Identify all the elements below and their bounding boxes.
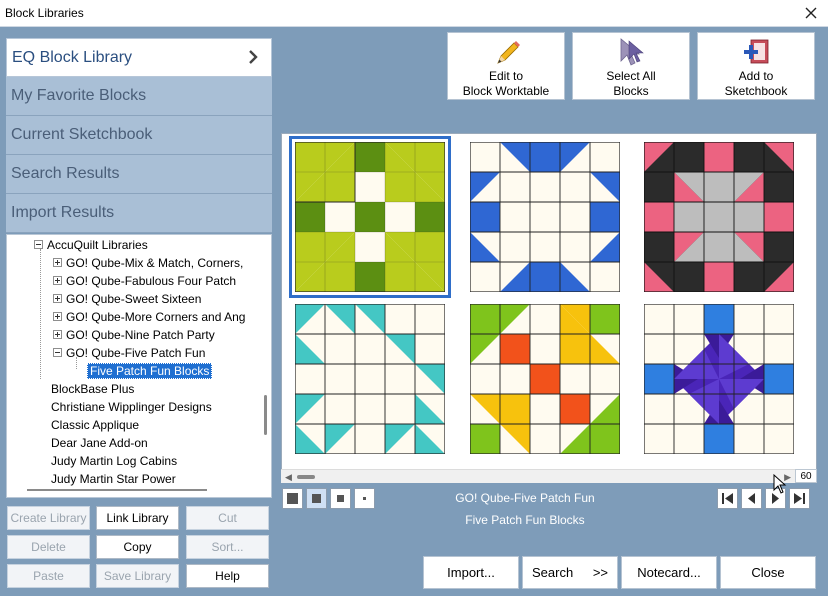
view-size-medium-button[interactable] [306, 488, 327, 509]
block-thumbnail[interactable] [644, 304, 794, 454]
notecard-button[interactable]: Notecard... [621, 556, 717, 589]
paste-button[interactable]: Paste [7, 564, 90, 588]
tree-node[interactable]: GO! Qube-Sweet Sixteen [53, 290, 201, 308]
save-library-button[interactable]: Save Library [96, 564, 179, 588]
tree-node[interactable]: BlockBase Plus [51, 380, 134, 398]
nav-item-label: Current Sketchbook [11, 126, 153, 143]
search-button[interactable]: Search >> [522, 556, 618, 589]
tree-node[interactable]: Classic Applique [51, 416, 139, 434]
tree-node[interactable]: Judy Martin Star Power [51, 470, 176, 488]
scrollbar-thumb[interactable] [297, 475, 315, 479]
library-caption: GO! Qube-Five Patch Fun [455, 491, 595, 505]
help-button[interactable]: Help [186, 564, 269, 588]
tree-vertical-scrollbar[interactable] [264, 395, 267, 435]
import-button[interactable]: Import... [423, 556, 519, 589]
tool-label: Sketchbook [724, 84, 788, 98]
nav-item-label: Search Results [11, 165, 120, 182]
tree-node[interactable]: GO! Qube-Nine Patch Party [53, 326, 215, 344]
expand-icon[interactable] [53, 312, 62, 321]
nav-item-label: Import Results [11, 204, 115, 221]
nav-my-favorite-blocks[interactable]: My Favorite Blocks [6, 77, 272, 116]
delete-button[interactable]: Delete [7, 535, 90, 559]
expand-icon[interactable] [53, 276, 62, 285]
tool-label: Select All [606, 69, 656, 83]
category-caption: Five Patch Fun Blocks [465, 513, 585, 527]
edit-to-block-worktable-button[interactable]: Edit to Block Worktable [447, 32, 565, 100]
sort-button[interactable]: Sort... [186, 535, 269, 559]
cursor-icon [620, 38, 644, 66]
block-grid[interactable] [281, 133, 817, 483]
close-button[interactable]: Close [720, 556, 816, 589]
nav-eq-block-library[interactable]: EQ Block Library [6, 38, 272, 77]
close-icon[interactable] [800, 2, 822, 24]
pencil-icon [497, 41, 520, 64]
tree-node[interactable]: Judy Martin Log Cabins [51, 452, 177, 470]
window-title: Block Libraries [5, 6, 84, 20]
first-page-button[interactable] [717, 488, 738, 509]
nav-item-label: EQ Block Library [12, 49, 133, 66]
view-size-large-button[interactable] [282, 488, 303, 509]
library-nav: EQ Block Library My Favorite Blocks Curr… [6, 38, 272, 233]
tree-guide [40, 249, 41, 379]
block-thumbnail[interactable] [470, 142, 620, 292]
last-page-icon [794, 493, 805, 504]
collapse-icon[interactable] [34, 240, 43, 249]
block-libraries-window: Block Libraries EQ Block Library My Favo… [0, 0, 828, 596]
expand-icon[interactable] [53, 258, 62, 267]
tree-guide [76, 357, 77, 369]
cut-button[interactable]: Cut [186, 506, 269, 530]
previous-page-icon [748, 493, 755, 504]
copy-button[interactable]: Copy [96, 535, 179, 559]
sketchbook-add-icon [744, 39, 769, 64]
nav-import-results[interactable]: Import Results [6, 194, 272, 233]
block-thumbnail[interactable] [644, 142, 794, 292]
block-thumbnail[interactable] [470, 304, 620, 454]
tree-node[interactable]: GO! Qube-More Corners and Ang [53, 308, 245, 326]
tool-label: Block Worktable [462, 84, 550, 98]
search-button-label: Search [531, 565, 574, 580]
tree-node[interactable]: Dear Jane Add-on [51, 434, 148, 452]
mouse-cursor-icon [773, 474, 787, 494]
nav-search-results[interactable]: Search Results [6, 155, 272, 194]
scroll-left-icon[interactable]: ◀ [285, 472, 292, 483]
block-thumbnail[interactable] [289, 136, 451, 298]
tree-node[interactable]: GO! Qube-Mix & Match, Corners, [53, 254, 243, 272]
expand-icon[interactable] [53, 330, 62, 339]
tree-node-selected[interactable]: Five Patch Fun Blocks [87, 362, 213, 380]
first-page-icon [722, 493, 733, 504]
chevron-right-icon [249, 50, 258, 64]
tree-node-accuquilt[interactable]: AccuQuilt Libraries [34, 236, 148, 254]
nav-item-label: My Favorite Blocks [11, 87, 147, 104]
tool-label: Edit to [488, 69, 524, 83]
block-count: 60 [795, 469, 817, 483]
tool-label: Blocks [613, 84, 649, 98]
tree-node[interactable]: GO! Qube-Fabulous Four Patch [53, 272, 236, 290]
create-library-button[interactable]: Create Library [7, 506, 90, 530]
library-tree[interactable]: AccuQuilt Libraries GO! Qube-Mix & Match… [6, 234, 272, 498]
grid-horizontal-scrollbar[interactable]: ◀ ▶ [281, 469, 795, 483]
collapse-icon[interactable] [53, 348, 62, 357]
previous-page-button[interactable] [741, 488, 762, 509]
tool-label: Add to [738, 69, 774, 83]
block-thumbnail[interactable] [295, 304, 445, 454]
select-all-blocks-button[interactable]: Select All Blocks [572, 32, 690, 100]
tree-node[interactable]: Christiane Wipplinger Designs [51, 398, 212, 416]
nav-current-sketchbook[interactable]: Current Sketchbook [6, 116, 272, 155]
last-page-button[interactable] [789, 488, 810, 509]
tree-horizontal-scrollbar[interactable] [27, 489, 207, 491]
view-size-small-button[interactable] [330, 488, 351, 509]
expand-icon[interactable] [53, 294, 62, 303]
title-bar: Block Libraries [0, 0, 828, 27]
search-arrows: >> [592, 565, 608, 580]
link-library-button[interactable]: Link Library [96, 506, 179, 530]
view-size-tiny-button[interactable] [354, 488, 375, 509]
add-to-sketchbook-button[interactable]: Add to Sketchbook [697, 32, 815, 100]
